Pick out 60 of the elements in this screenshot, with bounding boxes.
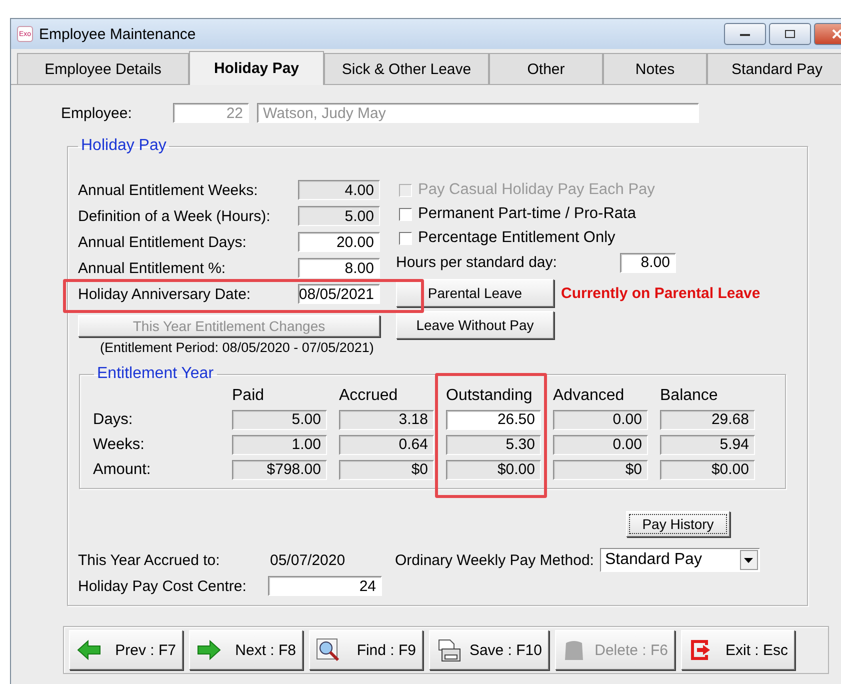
entitlement-period: (Entitlement Period: 08/05/2020 - 07/05/2021) bbox=[99, 339, 375, 355]
field-label: Annual Entitlement Days: bbox=[78, 234, 248, 250]
column-header: Outstanding bbox=[446, 387, 532, 405]
value-field[interactable]: 26.50 bbox=[446, 410, 541, 430]
printer-icon bbox=[436, 638, 462, 662]
right-arrow-icon bbox=[196, 638, 222, 662]
leave-status: Currently on Parental Leave bbox=[561, 284, 760, 302]
pay-history-button[interactable]: Pay History bbox=[626, 511, 730, 537]
parental-leave-button[interactable]: Parental Leave bbox=[396, 279, 554, 307]
column-header: Paid bbox=[232, 387, 264, 405]
tab[interactable]: Holiday Pay bbox=[189, 51, 324, 85]
minimize-icon bbox=[739, 31, 751, 37]
minimize-button[interactable] bbox=[724, 23, 766, 45]
window-title: Employee Maintenance bbox=[39, 26, 197, 42]
toolbar-button[interactable]: Find : F9 bbox=[309, 630, 423, 670]
maximize-button[interactable] bbox=[769, 23, 811, 45]
input-field[interactable]: 24 bbox=[268, 576, 382, 596]
search-icon bbox=[316, 638, 342, 662]
tab[interactable]: Sick & Other Leave bbox=[324, 53, 489, 84]
field-label: Annual Entitlement Weeks: bbox=[78, 182, 259, 198]
column-header: Advanced bbox=[553, 387, 624, 405]
dropdown-arrow-icon bbox=[744, 558, 754, 562]
field-label: Hours per standard day: bbox=[396, 254, 558, 271]
leave-without-pay-button[interactable]: Leave Without Pay bbox=[396, 311, 554, 339]
field-label: Employee: bbox=[61, 104, 133, 122]
toolbar-button[interactable]: Exit : Esc bbox=[681, 630, 795, 670]
input-field[interactable]: 8.00 bbox=[298, 258, 380, 278]
row-label: Days: bbox=[93, 410, 133, 428]
tab[interactable]: Employee Details bbox=[17, 53, 189, 84]
row-label: Amount: bbox=[93, 460, 151, 478]
checkbox[interactable] bbox=[399, 208, 412, 220]
toolbar-button[interactable]: Save : F10 bbox=[429, 630, 549, 670]
input-field[interactable]: 20.00 bbox=[298, 232, 380, 252]
field-label: Holiday Anniversary Date: bbox=[78, 286, 252, 302]
field-label: This Year Accrued to: bbox=[78, 552, 221, 568]
checkbox-label: Percentage Entitlement Only bbox=[418, 229, 616, 247]
row-label: Weeks: bbox=[93, 436, 144, 454]
group-title: Holiday Pay bbox=[80, 137, 168, 155]
field-label: Holiday Pay Cost Centre: bbox=[78, 578, 248, 594]
field-label: Ordinary Weekly Pay Method: bbox=[395, 552, 594, 568]
column-header: Accrued bbox=[339, 387, 398, 405]
field-label: Annual Entitlement %: bbox=[78, 260, 227, 276]
checkbox[interactable] bbox=[399, 232, 412, 244]
checkbox-label: Permanent Part-time / Pro-Rata bbox=[418, 205, 636, 223]
pay-method-dropdown[interactable]: Standard Pay bbox=[600, 548, 760, 572]
tab[interactable]: Other bbox=[489, 53, 603, 84]
toolbar-button[interactable]: Prev : F7 bbox=[69, 630, 183, 670]
tab[interactable]: Notes bbox=[603, 53, 707, 84]
input-field[interactable]: 8.00 bbox=[620, 252, 676, 272]
maximize-icon bbox=[784, 29, 796, 39]
accrued-date: 05/07/2020 bbox=[270, 552, 346, 568]
field-label: Definition of a Week (Hours): bbox=[78, 208, 272, 224]
left-arrow-icon bbox=[76, 638, 102, 662]
group-title: Entitlement Year bbox=[96, 365, 215, 383]
checkbox-label: Pay Casual Holiday Pay Each Pay bbox=[418, 181, 655, 199]
close-icon bbox=[831, 29, 841, 39]
column-header: Balance bbox=[660, 387, 718, 405]
tab[interactable]: Standard Pay bbox=[707, 53, 841, 84]
toolbar-button[interactable]: Next : F8 bbox=[189, 630, 303, 670]
input-field[interactable]: 08/05/2021 bbox=[298, 284, 380, 304]
